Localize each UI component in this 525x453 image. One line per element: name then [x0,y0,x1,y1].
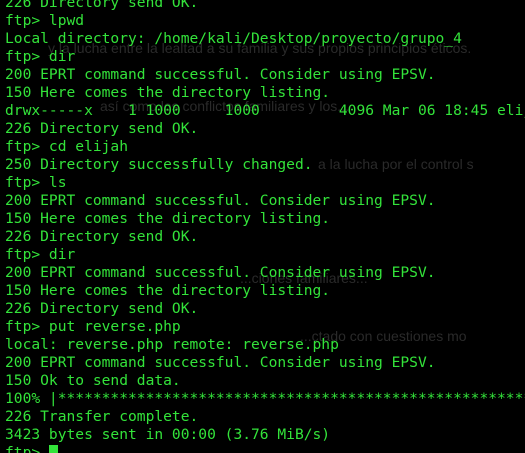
transfer-progress-bar: 100% |**********************************… [5,390,525,407]
terminal-line: ftp> dir [5,246,76,263]
terminal-line: 150 Here comes the directory listing. [5,210,331,227]
terminal-line: 226 Directory send OK. [5,300,199,317]
terminal-line: drwx-----x 1 1000 1000 4096 Mar 06 18:45… [5,102,525,119]
terminal-line: 226 Directory send OK. [5,228,199,245]
terminal-line: ftp> lpwd [5,12,85,29]
terminal-line: ftp> dir [5,48,76,65]
terminal-line: 200 EPRT command successful. Consider us… [5,66,436,83]
terminal-line: 200 EPRT command successful. Consider us… [5,192,436,209]
terminal-line: ftp> ls [5,174,67,191]
terminal-cursor[interactable] [48,445,58,453]
terminal-line: 150 Here comes the directory listing. [5,282,331,299]
terminal-line: local: reverse.php remote: reverse.php [5,336,339,353]
terminal-output[interactable]: 226 Directory send OK. ftp> lpwd Local d… [5,0,525,453]
terminal-prompt-line[interactable]: ftp> [5,444,525,453]
terminal-line: Local directory: /home/kali/Desktop/proy… [5,30,462,47]
terminal-line: 226 Directory send OK. [5,120,199,137]
terminal-line: 226 Directory send OK. [5,0,199,11]
terminal-line: 226 Transfer complete. [5,408,199,425]
terminal-line: 200 EPRT command successful. Consider us… [5,264,436,281]
terminal-line: 250 Directory successfully changed. [5,156,313,173]
terminal-line: 200 EPRT command successful. Consider us… [5,354,436,371]
terminal-line: 150 Ok to send data. [5,372,181,389]
terminal-line: ftp> put reverse.php [5,318,181,335]
terminal-line: 150 Here comes the directory listing. [5,84,331,101]
prompt-text: ftp> [5,444,49,453]
terminal-line: 3423 bytes sent in 00:00 (3.76 MiB/s) [5,426,331,443]
terminal-line: ftp> cd elijah [5,138,129,155]
